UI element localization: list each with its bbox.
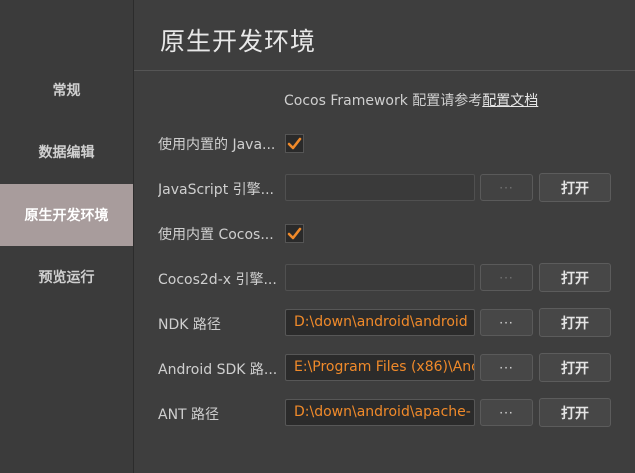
ant-path-input[interactable]: D:\down\android\apache- bbox=[285, 399, 475, 426]
ant-browse-button[interactable]: ··· bbox=[480, 399, 533, 426]
ant-label: ANT 路径 bbox=[158, 407, 220, 423]
title-divider bbox=[134, 70, 635, 71]
ant-open-button[interactable]: 打开 bbox=[539, 398, 611, 427]
config-doc-link[interactable]: 配置文档 bbox=[482, 93, 538, 109]
sidebar: 常规 数据编辑 原生开发环境 预览运行 bbox=[0, 0, 134, 473]
checkmark-icon bbox=[287, 227, 302, 240]
js-engine-path-input[interactable] bbox=[285, 174, 475, 201]
js-engine-open-button[interactable]: 打开 bbox=[539, 173, 611, 202]
sidebar-item-native-env[interactable]: 原生开发环境 bbox=[0, 184, 133, 246]
sidebar-item-label: 常规 bbox=[52, 83, 81, 99]
checkmark-icon bbox=[287, 137, 302, 150]
android-sdk-browse-button[interactable]: ··· bbox=[480, 354, 533, 381]
ndk-label: NDK 路径 bbox=[158, 317, 221, 333]
js-engine-browse-button[interactable]: ··· bbox=[480, 174, 533, 201]
cocos2dx-engine-open-button[interactable]: 打开 bbox=[539, 263, 611, 292]
sidebar-item-label: 原生开发环境 bbox=[24, 208, 109, 224]
sidebar-item-data-editing[interactable]: 数据编辑 bbox=[0, 121, 133, 183]
ndk-open-button[interactable]: 打开 bbox=[539, 308, 611, 337]
sidebar-item-preview-run[interactable]: 预览运行 bbox=[0, 246, 133, 308]
sidebar-item-general[interactable]: 常规 bbox=[0, 59, 133, 121]
use-builtin-cocos-label: 使用内置 Cocos... bbox=[158, 227, 274, 243]
framework-hint: Cocos Framework 配置请参考配置文档 bbox=[284, 90, 538, 110]
use-builtin-cocos-checkbox[interactable] bbox=[285, 224, 304, 243]
hint-text: Cocos Framework 配置请参考 bbox=[284, 93, 483, 109]
js-engine-label: JavaScript 引擎... bbox=[158, 182, 274, 198]
ndk-path-input[interactable]: D:\down\android\android bbox=[285, 309, 475, 336]
cocos2dx-engine-path-input[interactable] bbox=[285, 264, 475, 291]
android-sdk-path-input[interactable]: E:\Program Files (x86)\Anc bbox=[285, 354, 475, 381]
ndk-browse-button[interactable]: ··· bbox=[480, 309, 533, 336]
sidebar-item-label: 预览运行 bbox=[38, 270, 95, 286]
sidebar-item-label: 数据编辑 bbox=[38, 145, 95, 161]
use-builtin-js-checkbox[interactable] bbox=[285, 134, 304, 153]
page-title: 原生开发环境 bbox=[160, 27, 317, 56]
use-builtin-js-label: 使用内置的 Java... bbox=[158, 137, 276, 153]
android-sdk-label: Android SDK 路... bbox=[158, 362, 278, 378]
cocos2dx-engine-browse-button[interactable]: ··· bbox=[480, 264, 533, 291]
cocos2dx-engine-label: Cocos2d-x 引擎... bbox=[158, 272, 277, 288]
android-sdk-open-button[interactable]: 打开 bbox=[539, 353, 611, 382]
settings-panel: 原生开发环境 Cocos Framework 配置请参考配置文档 使用内置的 J… bbox=[134, 0, 635, 473]
